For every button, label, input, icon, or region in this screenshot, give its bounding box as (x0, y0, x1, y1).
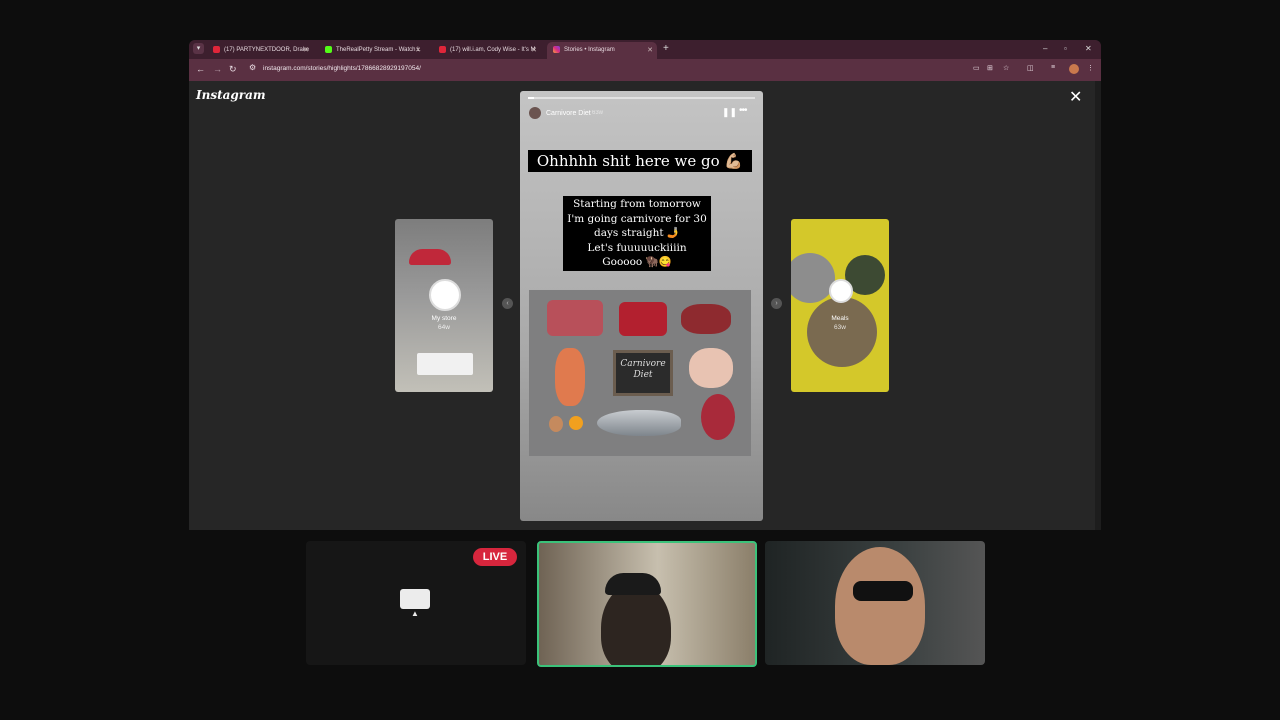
close-tab-icon[interactable]: ✕ (415, 42, 421, 59)
address-bar[interactable]: ⚙ instagram.com/stories/highlights/17866… (245, 62, 945, 77)
account-name[interactable]: Carnivore Diet (546, 110, 591, 117)
host-person-image (601, 583, 671, 665)
forward-icon[interactable]: → (213, 63, 222, 76)
translate-icon[interactable]: ⊞ (987, 64, 993, 72)
sign-line: Carnivore (620, 359, 666, 369)
story-label: My store (431, 315, 457, 322)
close-tab-icon[interactable]: ✕ (303, 42, 309, 59)
screen-cast-icon[interactable]: ▭ (973, 64, 980, 72)
story-text-line: days straight 🤳 (594, 227, 680, 239)
profile-avatar[interactable] (1069, 64, 1079, 74)
story-progress-bar (528, 97, 755, 99)
minimize-icon[interactable]: – (1043, 43, 1047, 55)
meal-plate-image (807, 297, 877, 367)
burger-patties-image (701, 394, 735, 440)
next-story-arrow-icon[interactable]: › (771, 298, 782, 309)
fish-image (597, 410, 681, 436)
sticker-note (417, 353, 473, 375)
story-time: 64w (438, 324, 450, 331)
ground-beef-image (619, 302, 667, 336)
url-text: instagram.com/stories/highlights/1786682… (263, 65, 421, 72)
back-icon[interactable]: ← (196, 63, 205, 76)
plate-image (791, 253, 835, 303)
close-stories-icon[interactable]: ✕ (1069, 87, 1082, 107)
youtube-icon (439, 45, 446, 53)
tab-title: TheRealPetty Stream - Watch L (336, 47, 421, 53)
webcam-tile-guest[interactable] (765, 541, 985, 665)
cap-image (605, 573, 661, 595)
previous-story-preview[interactable]: My store 64w (395, 219, 493, 392)
guest-person-image (835, 547, 925, 665)
screen-share-icon (400, 589, 430, 609)
egg-image (549, 416, 563, 432)
current-story[interactable]: Carnivore Diet 63w ❚❚ ••• Ohhhhh shit he… (520, 91, 763, 521)
site-info-icon[interactable]: ⚙ (249, 63, 256, 72)
previous-story-arrow-icon[interactable]: ‹ (502, 298, 513, 309)
tab-youtube-2[interactable]: (17) will.i.am, Cody Wise - It's M ✕ (433, 42, 541, 59)
sign-line: Diet (633, 370, 653, 380)
sunglasses-image (853, 581, 913, 601)
close-window-icon[interactable]: ✕ (1085, 43, 1092, 55)
instagram-logo[interactable]: Instagram (196, 88, 266, 102)
tab-title: (17) PARTYNEXTDOOR, Drake (224, 47, 310, 53)
carnivore-diet-sign: Carnivore Diet (613, 350, 673, 396)
account-avatar[interactable] (529, 107, 541, 119)
carnivore-food-photo: Carnivore Diet (529, 290, 751, 456)
maximize-icon[interactable]: ▫ (1064, 43, 1067, 55)
next-story-preview[interactable]: Meals 63w (791, 219, 889, 392)
story-avatar (829, 279, 853, 303)
red-cap-image (409, 249, 451, 265)
story-headline: Ohhhhh shit here we go 💪🏼 (528, 150, 752, 172)
beef-cut-image (681, 304, 731, 334)
steak-image (547, 300, 603, 336)
story-avatar (429, 279, 461, 311)
egg-yolk-image (569, 416, 583, 430)
media-control-icon[interactable]: ≡ (1051, 64, 1055, 71)
tab-title: Stories • Instagram (564, 47, 615, 53)
page-scrollbar[interactable] (1095, 81, 1101, 530)
bookmark-star-icon[interactable]: ☆ (1003, 64, 1009, 72)
story-text-line: I'm going carnivore for 30 (567, 212, 707, 225)
story-label: Meals (831, 315, 849, 322)
browser-toolbar: ← → ↻ ⚙ instagram.com/stories/highlights… (189, 59, 1101, 81)
extensions-icon[interactable]: ◫ (1027, 64, 1034, 72)
close-tab-icon[interactable]: ✕ (531, 42, 537, 59)
monitor-stand-icon: ▲ (411, 609, 419, 618)
story-text-line: Gooooo 🦬😋 (602, 256, 672, 268)
story-text-block: Starting from tomorrow I'm going carnivo… (563, 196, 711, 271)
story-timestamp: 63w (592, 110, 604, 116)
story-text-line: Let's fuuuuuckiiiin (587, 241, 687, 254)
tab-search-button[interactable]: ▾ (193, 43, 204, 54)
reload-icon[interactable]: ↻ (229, 63, 237, 76)
chicken-image (689, 348, 733, 388)
tab-bar: ▾ (17) PARTYNEXTDOOR, Drake ✕ TheRealPett… (189, 40, 1101, 59)
story-text-line: Starting from tomorrow (573, 198, 701, 210)
salmon-image (555, 348, 585, 406)
live-badge: LIVE (473, 548, 517, 566)
instagram-icon (553, 45, 560, 53)
youtube-icon (213, 45, 220, 53)
close-tab-icon[interactable]: ✕ (647, 42, 653, 59)
browser-menu-icon[interactable]: ⋮ (1087, 64, 1094, 72)
tab-kick[interactable]: TheRealPetty Stream - Watch L ✕ (319, 42, 425, 59)
new-tab-button[interactable]: + (663, 43, 669, 55)
webcam-tile-host[interactable] (537, 541, 757, 667)
tab-youtube-1[interactable]: (17) PARTYNEXTDOOR, Drake ✕ (207, 42, 313, 59)
tab-instagram[interactable]: Stories • Instagram ✕ (547, 42, 657, 59)
kick-icon (325, 45, 332, 53)
pause-icon[interactable]: ❚❚ (722, 107, 737, 118)
browser-window: ▾ (17) PARTYNEXTDOOR, Drake ✕ TheRealPett… (189, 40, 1101, 530)
instagram-stories-viewer: Instagram ✕ My store 64w ‹ Carnivore Die… (189, 81, 1101, 530)
story-time: 63w (834, 324, 846, 331)
more-options-icon[interactable]: ••• (739, 105, 747, 116)
tab-title: (17) will.i.am, Cody Wise - It's M (450, 47, 536, 53)
